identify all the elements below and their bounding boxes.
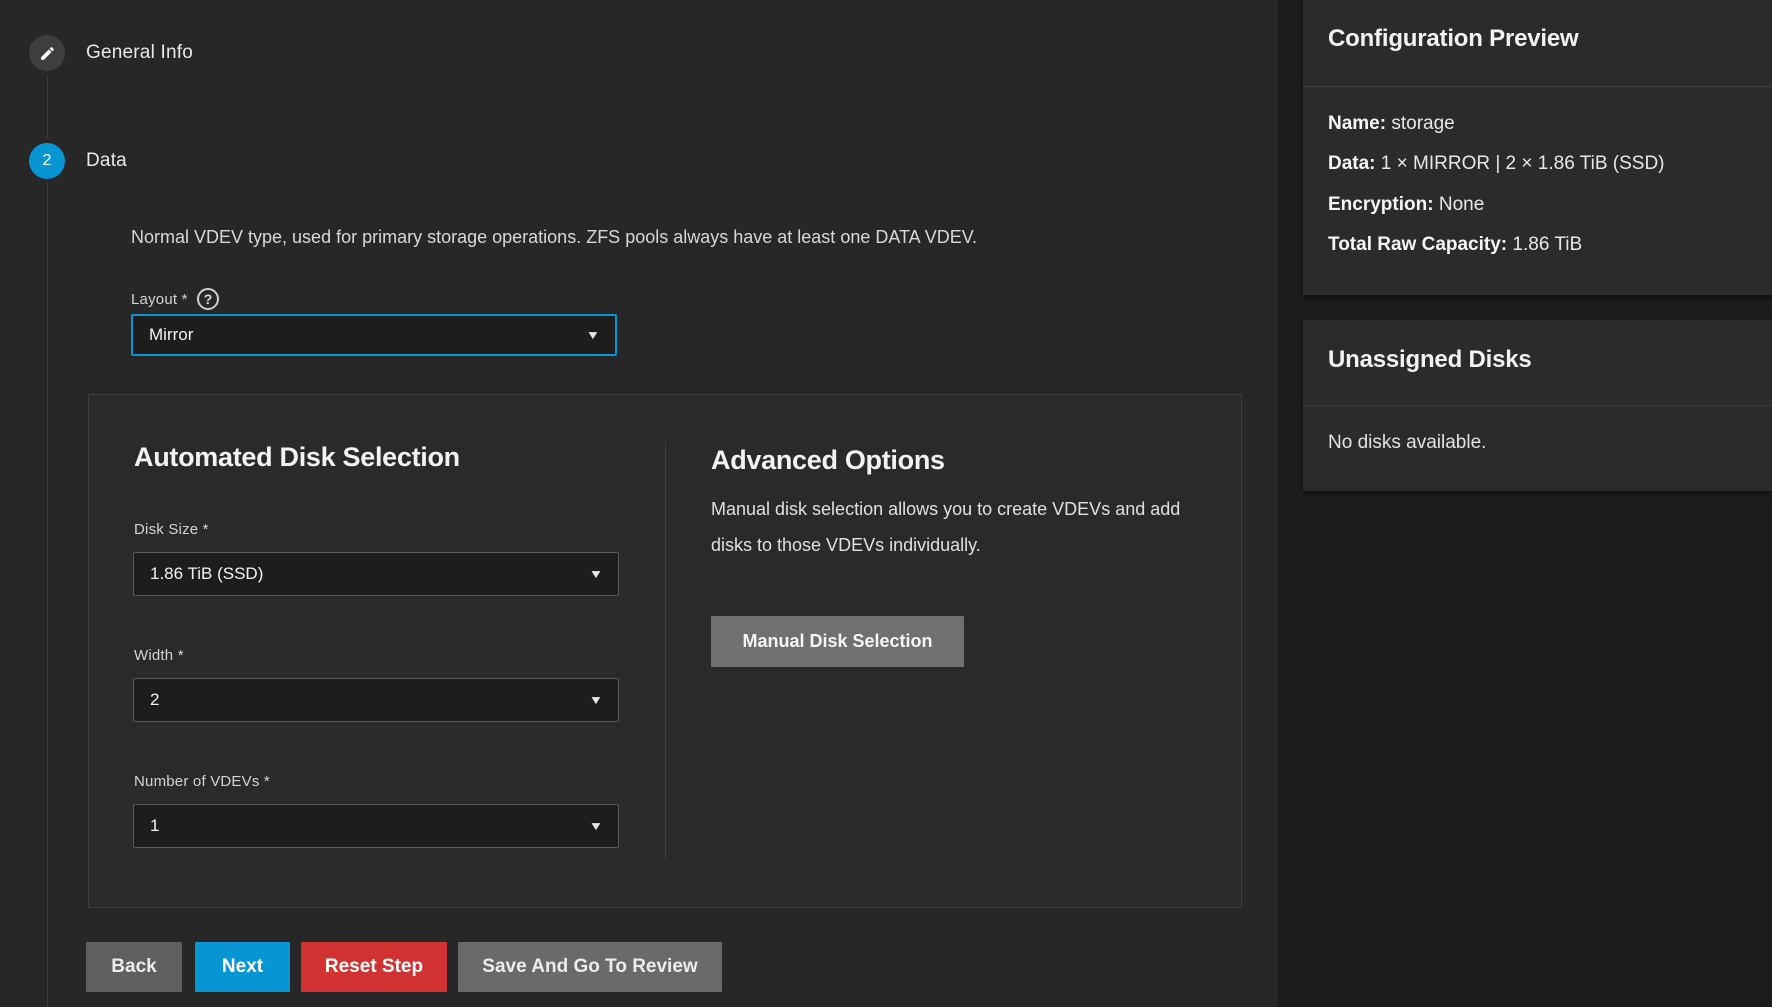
card-divider	[1303, 86, 1772, 87]
number-of-vdevs-label: Number of VDEVs *	[134, 773, 270, 790]
number-of-vdevs-value: 1	[150, 816, 590, 836]
stepper-connector	[47, 75, 48, 139]
step-1-label[interactable]: General Info	[86, 42, 193, 64]
automated-disk-selection-title: Automated Disk Selection	[134, 442, 460, 473]
disk-size-select[interactable]: 1.86 TiB (SSD) ▼	[133, 552, 619, 596]
pool-creation-wizard: General Info 2 Data Normal VDEV type, us…	[0, 0, 1772, 1007]
back-button[interactable]: Back	[86, 942, 182, 992]
reset-step-button[interactable]: Reset Step	[301, 942, 447, 992]
unassigned-disks-card: Unassigned Disks No disks available.	[1303, 320, 1772, 491]
config-row-data: Data: 1 × MIRROR | 2 × 1.86 TiB (SSD)	[1328, 153, 1665, 175]
help-icon[interactable]: ?	[197, 288, 219, 310]
panel-divider	[665, 441, 666, 861]
advanced-options-title: Advanced Options	[711, 445, 945, 476]
step-1-indicator[interactable]	[29, 35, 65, 71]
width-select[interactable]: 2 ▼	[133, 678, 619, 722]
chevron-down-icon: ▼	[586, 328, 601, 342]
data-vdev-description: Normal VDEV type, used for primary stora…	[131, 227, 977, 248]
layout-field-label: Layout *	[131, 291, 188, 308]
chevron-down-icon: ▼	[589, 567, 604, 581]
disk-selection-panel: Automated Disk Selection Disk Size * 1.8…	[88, 394, 1242, 908]
number-of-vdevs-select[interactable]: 1 ▼	[133, 804, 619, 848]
step-2-label[interactable]: Data	[86, 150, 127, 172]
config-row-name: Name: storage	[1328, 113, 1455, 135]
configuration-preview-card: Configuration Preview Name: storage Data…	[1303, 0, 1772, 295]
next-button[interactable]: Next	[195, 942, 290, 992]
no-disks-available-text: No disks available.	[1328, 432, 1486, 454]
step-2-number: 2	[43, 152, 52, 170]
save-and-go-to-review-button[interactable]: Save And Go To Review	[458, 942, 722, 992]
disk-size-label: Disk Size *	[134, 521, 209, 538]
config-row-total-raw-capacity: Total Raw Capacity: 1.86 TiB	[1328, 234, 1582, 256]
advanced-options-description: Manual disk selection allows you to crea…	[711, 491, 1206, 563]
layout-select[interactable]: Mirror ▼	[131, 314, 617, 356]
edit-icon	[39, 45, 56, 62]
manual-disk-selection-button[interactable]: Manual Disk Selection	[711, 616, 964, 667]
stepper-connector	[47, 183, 48, 1007]
unassigned-disks-title: Unassigned Disks	[1328, 346, 1532, 374]
step-2-indicator[interactable]: 2	[29, 143, 65, 179]
disk-size-value: 1.86 TiB (SSD)	[150, 564, 590, 584]
chevron-down-icon: ▼	[589, 819, 604, 833]
width-label: Width *	[134, 647, 184, 664]
wizard-summary-column: Configuration Preview Name: storage Data…	[1278, 0, 1772, 1007]
chevron-down-icon: ▼	[589, 693, 604, 707]
wizard-main-area: General Info 2 Data Normal VDEV type, us…	[0, 0, 1278, 1007]
configuration-preview-title: Configuration Preview	[1328, 25, 1579, 53]
layout-select-value: Mirror	[149, 325, 587, 345]
config-row-encryption: Encryption: None	[1328, 194, 1484, 216]
width-value: 2	[150, 690, 590, 710]
card-divider	[1303, 405, 1772, 406]
